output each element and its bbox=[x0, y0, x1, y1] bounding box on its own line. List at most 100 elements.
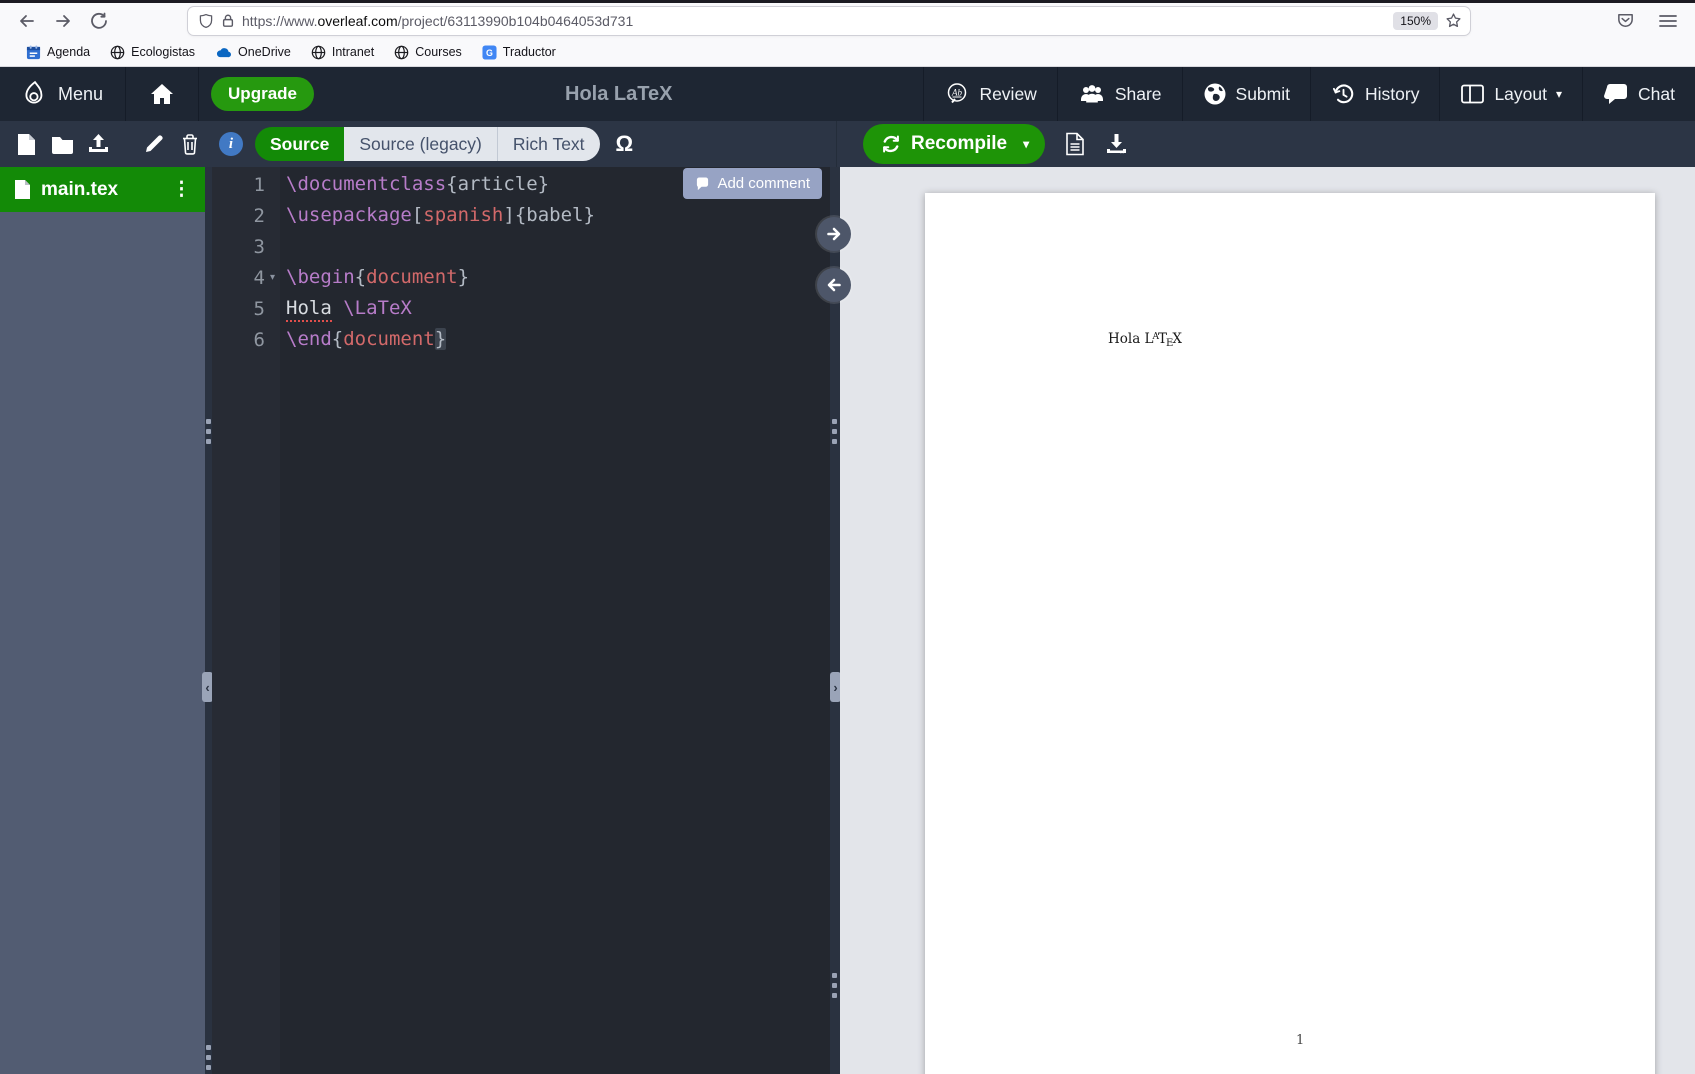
new-folder-icon bbox=[51, 135, 74, 154]
comment-bubble-icon bbox=[695, 177, 710, 191]
nav-share[interactable]: Share bbox=[1057, 67, 1182, 121]
bookmark-label: OneDrive bbox=[238, 45, 291, 59]
nav-submit[interactable]: Submit bbox=[1182, 67, 1310, 121]
rename-button[interactable] bbox=[142, 130, 166, 158]
line-number: 1 bbox=[212, 169, 280, 200]
nav-label: Review bbox=[979, 84, 1036, 105]
pdf-body-text: Hola LATEX bbox=[1108, 331, 1182, 349]
code-editor[interactable]: 1234▾56 \documentclass{article}\usepacka… bbox=[212, 167, 830, 1074]
code-line[interactable] bbox=[286, 231, 830, 262]
nav-label: Submit bbox=[1236, 84, 1290, 105]
back-icon bbox=[18, 12, 36, 30]
recompile-options-caret[interactable]: ▾ bbox=[1023, 137, 1029, 151]
menu-button[interactable]: Menu bbox=[0, 67, 126, 121]
globe-icon bbox=[110, 45, 125, 60]
code-line[interactable]: \usepackage[spanish]{babel} bbox=[286, 200, 830, 231]
bookmark-intranet[interactable]: Intranet bbox=[303, 42, 382, 63]
nav-label: Chat bbox=[1638, 84, 1675, 105]
symbol-palette-button[interactable]: Ω bbox=[616, 131, 634, 157]
menu-label: Menu bbox=[58, 84, 103, 105]
fold-caret-icon[interactable]: ▾ bbox=[265, 272, 280, 283]
sync-to-pdf-button[interactable] bbox=[817, 217, 851, 251]
tab-rich-text[interactable]: Rich Text bbox=[497, 127, 600, 161]
drag-handle-icon[interactable] bbox=[832, 973, 837, 998]
pdf-preview-pane[interactable]: Hola LATEX 1 bbox=[840, 167, 1695, 1074]
bookmark-courses[interactable]: Courses bbox=[386, 42, 470, 63]
svg-text:Ab: Ab bbox=[951, 88, 962, 98]
url-protocol: https://www. bbox=[242, 13, 317, 29]
nav-history[interactable]: History bbox=[1310, 67, 1439, 121]
refresh-icon bbox=[881, 134, 901, 154]
code-line[interactable]: \begin{document} bbox=[286, 262, 830, 293]
project-title: Hola LaTeX bbox=[314, 83, 923, 106]
svg-text:G: G bbox=[486, 47, 493, 57]
recompile-label: Recompile bbox=[911, 133, 1007, 155]
home-button[interactable] bbox=[126, 67, 199, 121]
add-comment-button[interactable]: Add comment bbox=[683, 168, 822, 199]
view-logs-button[interactable] bbox=[1065, 132, 1085, 156]
upgrade-button[interactable]: Upgrade bbox=[211, 77, 314, 111]
file-tree-toolbar bbox=[0, 121, 205, 167]
file-tree-resizer[interactable]: ‹ bbox=[205, 167, 212, 1074]
bookmark-label: Agenda bbox=[47, 45, 90, 59]
url-bar[interactable]: https://www.overleaf.com/project/6311399… bbox=[188, 7, 1470, 35]
line-number: 4▾ bbox=[212, 262, 280, 293]
pocket-icon[interactable] bbox=[1616, 11, 1635, 30]
new-folder-button[interactable] bbox=[50, 130, 74, 158]
new-file-icon bbox=[17, 133, 36, 156]
chevron-down-icon: ▾ bbox=[1556, 87, 1562, 101]
code-line[interactable]: \end{document} bbox=[286, 324, 830, 355]
mode-switcher: Source Source (legacy) Rich Text bbox=[255, 127, 600, 161]
shield-icon bbox=[198, 13, 214, 29]
file-name: main.tex bbox=[41, 179, 118, 201]
download-icon bbox=[1105, 133, 1128, 155]
code-line[interactable]: Hola \LaTeX bbox=[286, 293, 830, 324]
layout-icon bbox=[1460, 83, 1485, 105]
bookmark-onedrive[interactable]: OneDrive bbox=[207, 42, 299, 63]
cloud-icon bbox=[215, 45, 232, 60]
bookmark-traductor[interactable]: G Traductor bbox=[474, 42, 564, 63]
screen: https://www.overleaf.com/project/6311399… bbox=[0, 0, 1695, 1074]
back-button[interactable] bbox=[14, 8, 40, 34]
delete-button[interactable] bbox=[178, 130, 202, 158]
info-icon[interactable]: i bbox=[219, 132, 243, 156]
review-icon: Ab bbox=[944, 81, 970, 107]
pdf-toolbar: Recompile ▾ bbox=[836, 121, 1695, 167]
recompile-button[interactable]: Recompile ▾ bbox=[863, 124, 1045, 164]
bookmark-ecologistas[interactable]: Ecologistas bbox=[102, 42, 203, 63]
bookmark-label: Intranet bbox=[332, 45, 374, 59]
menu-hamburger-icon[interactable] bbox=[1659, 14, 1677, 28]
tab-source[interactable]: Source bbox=[255, 127, 344, 161]
drag-handle-icon[interactable] bbox=[206, 1045, 211, 1070]
tab-source-legacy[interactable]: Source (legacy) bbox=[344, 127, 497, 161]
bookmark-agenda[interactable]: Agenda bbox=[18, 42, 98, 63]
file-tree-item-main-tex[interactable]: main.tex ⋮ bbox=[0, 167, 205, 212]
history-icon bbox=[1331, 82, 1356, 107]
bookmark-label: Traductor bbox=[503, 45, 556, 59]
nav-chat[interactable]: Chat bbox=[1582, 67, 1695, 121]
editor-pdf-resizer[interactable]: › bbox=[830, 167, 840, 1074]
compile-log-icon bbox=[1065, 132, 1085, 156]
chat-icon bbox=[1603, 82, 1629, 106]
nav-label: History bbox=[1365, 84, 1419, 105]
line-number: 5 bbox=[212, 293, 280, 324]
code-lines[interactable]: \documentclass{article}\usepackage[spani… bbox=[280, 167, 830, 1074]
drag-handle-icon[interactable] bbox=[832, 419, 837, 444]
reload-button[interactable] bbox=[86, 8, 112, 34]
zoom-level-badge[interactable]: 150% bbox=[1393, 12, 1438, 30]
file-menu-kebab-icon[interactable]: ⋮ bbox=[172, 178, 191, 201]
overleaf-logo-icon bbox=[22, 80, 48, 108]
new-file-button[interactable] bbox=[14, 130, 38, 158]
drag-handle-icon[interactable] bbox=[206, 419, 211, 444]
upload-button[interactable] bbox=[86, 130, 110, 158]
lock-icon bbox=[221, 13, 235, 28]
forward-icon bbox=[54, 12, 72, 30]
line-number: 6 bbox=[212, 324, 280, 355]
sync-to-code-button[interactable] bbox=[817, 268, 851, 302]
nav-review[interactable]: Ab Review bbox=[923, 67, 1056, 121]
forward-button[interactable] bbox=[50, 8, 76, 34]
upload-icon bbox=[87, 133, 110, 155]
download-pdf-button[interactable] bbox=[1105, 133, 1128, 155]
bookmark-star-icon[interactable] bbox=[1445, 12, 1462, 29]
nav-layout[interactable]: Layout ▾ bbox=[1439, 67, 1582, 121]
